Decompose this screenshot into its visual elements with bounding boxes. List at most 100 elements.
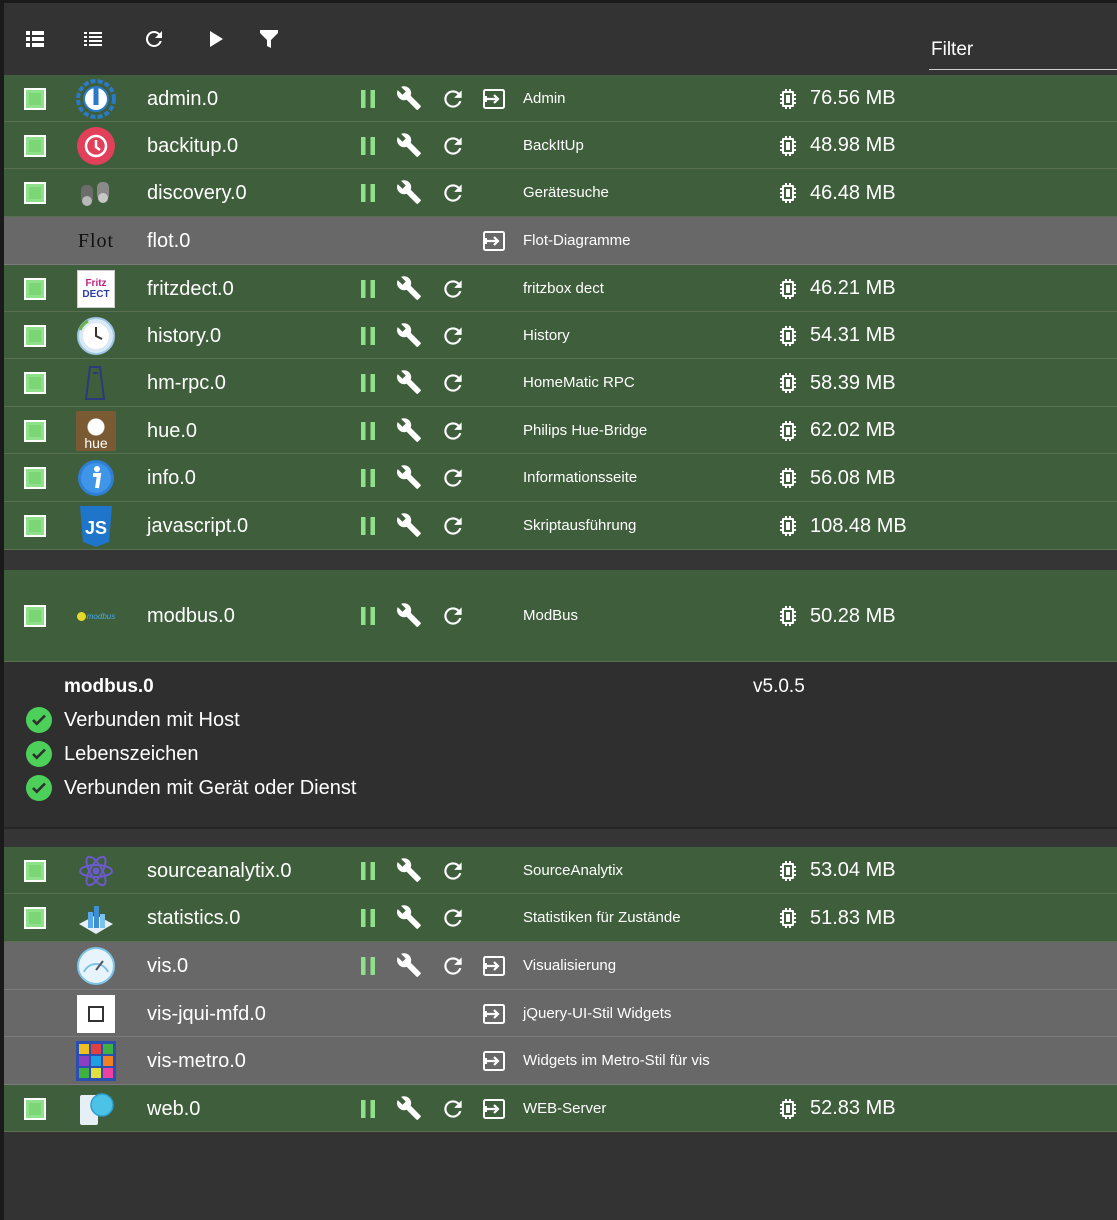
restart-icon[interactable] bbox=[440, 418, 466, 444]
adapter-row-modbus-0[interactable]: modbus modbus.0 ModBus 50.28 MB bbox=[4, 570, 1117, 662]
adapter-name: discovery.0 bbox=[147, 182, 247, 204]
adapter-row-vis-0[interactable]: vis.0 Visualisierung bbox=[4, 942, 1117, 990]
pause-icon[interactable] bbox=[355, 133, 381, 159]
pause-icon[interactable] bbox=[355, 323, 381, 349]
pause-icon[interactable] bbox=[355, 465, 381, 491]
adapter-row-hm-rpc-0[interactable]: hm-rpc.0 HomeMatic RPC 58.39 MB bbox=[4, 359, 1117, 407]
view-grid-icon[interactable] bbox=[19, 23, 51, 55]
restart-icon[interactable] bbox=[440, 276, 466, 302]
adapter-row-statistics-0[interactable]: statistics.0 Statistiken für Zustände 51.8… bbox=[4, 894, 1117, 942]
restart-icon[interactable] bbox=[440, 603, 466, 629]
open-link-icon[interactable] bbox=[481, 86, 507, 112]
adapter-row-flot-0[interactable]: Flot flot.0 Flot-Diagramme bbox=[4, 217, 1117, 265]
play-icon[interactable] bbox=[199, 23, 231, 55]
wrench-icon[interactable] bbox=[396, 512, 422, 538]
wrench-icon[interactable] bbox=[396, 1095, 422, 1121]
pause-icon[interactable] bbox=[355, 86, 381, 112]
pause-icon[interactable] bbox=[355, 276, 381, 302]
pause-icon[interactable] bbox=[355, 370, 381, 396]
wrench-icon[interactable] bbox=[396, 85, 422, 111]
adapter-row-hue-0[interactable]: hue hue.0 Philips Hue-Bridge 62.02 MB bbox=[4, 407, 1117, 454]
restart-icon[interactable] bbox=[440, 323, 466, 349]
adapter-row-sourceanalytix-0[interactable]: sourceanalytix.0 SourceAnalytix 53.04 MB bbox=[4, 847, 1117, 894]
wrench-icon[interactable] bbox=[396, 132, 422, 158]
adapter-row-fritzdect-0[interactable]: Fritz DECT fritzdect.0 fritzbox dect 46.21 M… bbox=[4, 265, 1117, 312]
wrench-icon[interactable] bbox=[396, 602, 422, 628]
filter-input[interactable] bbox=[929, 35, 1113, 65]
wrench-icon[interactable] bbox=[396, 275, 422, 301]
enable-checkbox[interactable] bbox=[24, 87, 46, 110]
adapter-name: web.0 bbox=[147, 1097, 201, 1120]
enable-checkbox[interactable] bbox=[24, 907, 46, 929]
filter-icon[interactable] bbox=[253, 23, 285, 55]
wrench-icon[interactable] bbox=[396, 904, 422, 930]
wrench-icon[interactable] bbox=[396, 464, 422, 490]
pause-icon[interactable] bbox=[355, 603, 381, 629]
restart-icon[interactable] bbox=[440, 1096, 466, 1122]
open-link-icon[interactable] bbox=[481, 1096, 507, 1122]
wrench-icon[interactable] bbox=[396, 417, 422, 443]
pause-icon[interactable] bbox=[355, 180, 381, 206]
open-link-icon[interactable] bbox=[481, 228, 507, 254]
enable-checkbox[interactable] bbox=[24, 515, 46, 537]
restart-icon[interactable] bbox=[440, 133, 466, 159]
enable-checkbox[interactable] bbox=[24, 605, 46, 627]
wrench-icon[interactable] bbox=[396, 857, 422, 883]
adapter-row-backitup-0[interactable]: backitup.0 BackItUp 48.98 MB bbox=[4, 122, 1117, 169]
wrench-icon[interactable] bbox=[396, 322, 422, 348]
view-list-icon[interactable] bbox=[77, 23, 109, 55]
pause-icon[interactable] bbox=[355, 905, 381, 931]
enable-checkbox[interactable] bbox=[24, 467, 46, 489]
open-link-icon[interactable] bbox=[481, 1001, 507, 1027]
restart-icon[interactable] bbox=[440, 86, 466, 112]
memory-value: 108.48 MB bbox=[810, 514, 907, 537]
enable-checkbox[interactable] bbox=[24, 419, 46, 442]
adapter-name: javascript.0 bbox=[147, 515, 249, 537]
restart-icon[interactable] bbox=[440, 180, 466, 206]
javascript-logo-icon: JS bbox=[76, 506, 116, 547]
enable-checkbox[interactable] bbox=[24, 859, 46, 882]
adapter-name: hue.0 bbox=[147, 419, 198, 442]
enable-checkbox[interactable] bbox=[24, 1097, 46, 1120]
memory-usage: 76.56 MB bbox=[776, 86, 896, 112]
pause-icon[interactable] bbox=[355, 858, 381, 884]
memory-usage: 56.08 MB bbox=[776, 465, 896, 491]
wrench-icon[interactable] bbox=[396, 369, 422, 395]
adapter-title: Widgets im Metro-Stil für vis bbox=[523, 1052, 710, 1069]
restart-icon[interactable] bbox=[440, 513, 466, 539]
adapter-row-discovery-0[interactable]: discovery.0 Gerätesuche 46.48 MB bbox=[4, 169, 1117, 217]
adapter-row-javascript-0[interactable]: JS javascript.0 Skriptausführung 108.48 MB bbox=[4, 502, 1117, 550]
restart-icon[interactable] bbox=[440, 370, 466, 396]
enable-checkbox[interactable] bbox=[24, 134, 46, 157]
adapter-row-history-0[interactable]: history.0 History 54.31 MB bbox=[4, 312, 1117, 359]
open-link-icon[interactable] bbox=[481, 953, 507, 979]
vis-logo-icon bbox=[76, 946, 116, 986]
restart-icon[interactable] bbox=[440, 953, 466, 979]
adapter-row-vis-metro-0[interactable]: vis-metro.0 Widgets im Metro-Stil für vis bbox=[4, 1037, 1117, 1085]
open-link-icon[interactable] bbox=[481, 1048, 507, 1074]
cpu-chip-icon bbox=[776, 181, 810, 205]
pause-icon[interactable] bbox=[355, 513, 381, 539]
pause-icon[interactable] bbox=[355, 418, 381, 444]
enable-checkbox[interactable] bbox=[24, 182, 46, 204]
restart-icon[interactable] bbox=[440, 465, 466, 491]
wrench-icon[interactable] bbox=[396, 952, 422, 978]
vis-jqui-mfd-logo-icon bbox=[76, 994, 116, 1034]
adapter-title: fritzbox dect bbox=[523, 279, 604, 297]
enable-checkbox[interactable] bbox=[24, 324, 46, 347]
adapter-row-vis-jqui-mfd-0[interactable]: vis-jqui-mfd.0 jQuery-UI-Stil Widgets bbox=[4, 990, 1117, 1037]
adapter-row-web-0[interactable]: web.0 WEB-Server 52.83 MB bbox=[4, 1085, 1117, 1132]
adapter-row-info-0[interactable]: info.0 Informationsseite 56.08 MB bbox=[4, 454, 1117, 502]
adapter-row-admin-0[interactable]: admin.0 Admin 76.56 MB bbox=[4, 75, 1117, 122]
pause-icon[interactable] bbox=[355, 1096, 381, 1122]
enable-checkbox[interactable] bbox=[24, 277, 46, 300]
enable-checkbox[interactable] bbox=[24, 372, 46, 394]
pause-icon[interactable] bbox=[355, 953, 381, 979]
refresh-icon[interactable] bbox=[138, 23, 170, 55]
restart-icon[interactable] bbox=[440, 905, 466, 931]
status-connected-host: Verbunden mit Host bbox=[26, 706, 240, 734]
wrench-icon[interactable] bbox=[396, 179, 422, 205]
filter-field[interactable] bbox=[929, 31, 1117, 70]
restart-icon[interactable] bbox=[440, 858, 466, 884]
memory-value: 52.83 MB bbox=[810, 1097, 896, 1119]
